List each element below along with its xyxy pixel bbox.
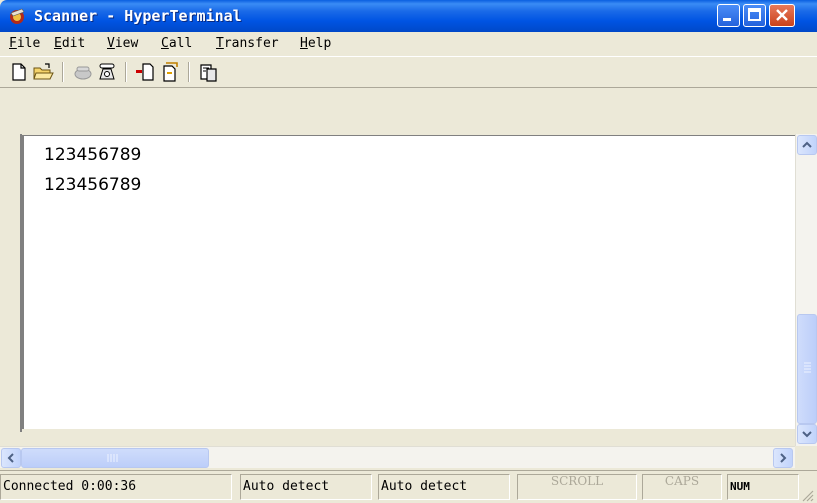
terminal-line: 123456789 (44, 145, 142, 165)
status-detect-1: Auto detect (240, 474, 372, 500)
menu-transfer[interactable]: Transfer (216, 35, 279, 53)
close-button[interactable] (769, 4, 795, 27)
toolbar (0, 57, 817, 88)
new-document-icon[interactable] (8, 61, 30, 83)
menu-edit[interactable]: Edit (54, 35, 85, 53)
toolbar-separator (188, 62, 190, 82)
status-detect-2: Auto detect (378, 474, 510, 500)
menu-call[interactable]: Call (161, 35, 192, 53)
minimize-icon (723, 18, 731, 21)
grip-lines-icon (804, 362, 811, 373)
scrollbar-corner (795, 446, 817, 468)
status-num: NUM (727, 474, 799, 500)
hyperterminal-app-icon[interactable] (8, 7, 26, 25)
chevron-right-icon (780, 453, 787, 463)
status-connection: Connected 0:00:36 (0, 474, 232, 500)
status-bar: Connected 0:00:36 Auto detect Auto detec… (0, 470, 817, 503)
status-caps: CAPS (642, 474, 722, 500)
grip-lines-icon (107, 454, 118, 462)
status-scroll: SCROLL (517, 474, 637, 500)
menu-file[interactable]: File (9, 35, 40, 53)
toolbar-separator (62, 62, 64, 82)
vertical-scrollbar[interactable] (795, 134, 817, 446)
title-bar[interactable]: Scanner - HyperTerminal (0, 0, 817, 32)
send-file-icon[interactable] (134, 61, 156, 83)
maximize-button[interactable] (743, 4, 766, 27)
minimize-button[interactable] (717, 4, 740, 27)
toolbar-separator (125, 62, 127, 82)
dial-phone-icon[interactable] (96, 61, 118, 83)
hyperterminal-window: Scanner - HyperTerminal File Edit View C… (0, 0, 817, 503)
properties-icon[interactable] (197, 61, 219, 83)
horizontal-scrollbar[interactable] (0, 446, 795, 468)
open-folder-icon[interactable] (32, 61, 54, 83)
menu-bar: File Edit View Call Transfer Help (0, 32, 817, 57)
scroll-right-button[interactable] (773, 448, 793, 468)
horizontal-scroll-thumb[interactable] (21, 448, 209, 468)
window-title: Scanner - HyperTerminal (34, 7, 242, 25)
resize-grip-icon[interactable] (800, 488, 814, 502)
scroll-left-button[interactable] (1, 448, 21, 468)
disconnect-phone-icon[interactable] (72, 61, 94, 83)
scroll-down-button[interactable] (797, 424, 817, 444)
chevron-up-icon (802, 141, 812, 148)
receive-file-icon[interactable] (159, 61, 181, 83)
terminal-left-margin (0, 134, 22, 432)
menu-help[interactable]: Help (300, 35, 331, 53)
menu-view[interactable]: View (107, 35, 138, 53)
terminal-screen[interactable]: 123456789 123456789 (22, 135, 795, 429)
scroll-up-button[interactable] (797, 135, 817, 155)
maximize-icon (748, 8, 761, 21)
chevron-left-icon (7, 453, 14, 463)
close-icon (776, 9, 788, 21)
vertical-scroll-thumb[interactable] (797, 314, 817, 424)
terminal-line: 123456789 (44, 175, 142, 195)
chevron-down-icon (802, 431, 812, 438)
